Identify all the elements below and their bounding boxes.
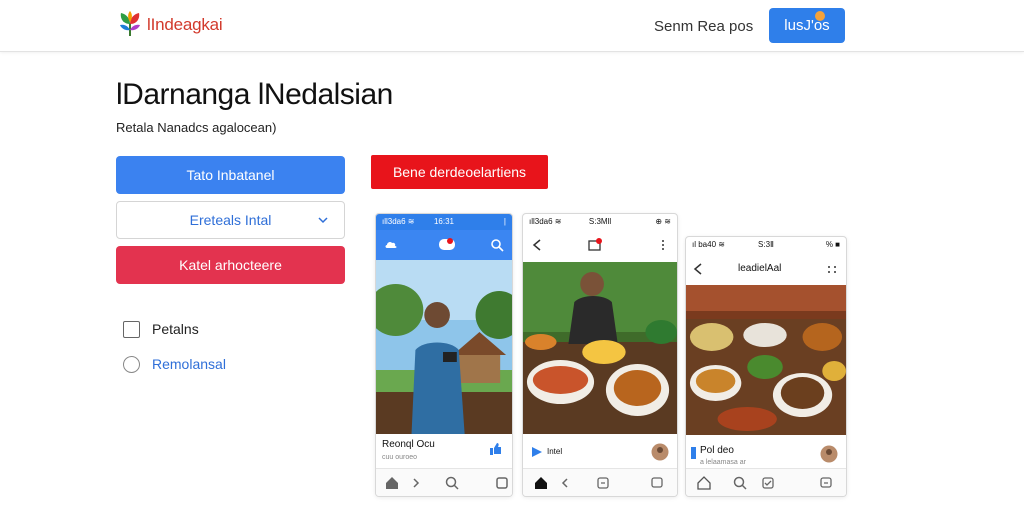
comment-icon[interactable] [818,475,834,491]
search-icon[interactable] [732,475,748,491]
app-toolbar [376,230,512,260]
danger-button[interactable]: Katel arhocteere [116,246,345,284]
search-icon[interactable] [490,238,504,252]
share-icon[interactable] [595,475,611,491]
back-arrow-icon[interactable] [692,262,704,276]
post-title: Intel [547,447,563,456]
promo-button[interactable]: Bene derdeoelartiens [371,155,548,189]
post-title: Reonql Ocu [382,439,435,450]
header-cta-button[interactable]: lusJ'os [769,8,845,43]
back-arrow-icon[interactable] [531,238,543,252]
more-icon[interactable] [826,262,838,276]
status-battery: % ■ [825,240,840,249]
checkbox-label: Petalns [152,321,199,337]
inbox-icon[interactable] [587,238,603,252]
page-subtitle: Retala Nanadcs agalocean) [116,120,277,135]
status-battery: ⊕ ≋ [655,217,671,226]
phone-mockup-2: ıll3da6 ≋ S:3Mll ⊕ ≋ Intel [522,213,678,497]
dropdown-select[interactable]: Ereteals Intal [116,201,345,239]
home-icon[interactable] [533,475,549,491]
chevron-down-icon [318,217,328,224]
phone-mockup-3: ıl ba40 ≋ S:3Ⅱ % ■ leadielAal Pol deo a … [685,236,847,497]
like-icon[interactable] [488,442,502,456]
phone-mockup-1: ıll3da6 ≋ 16:31 | Reonql Ocu cuu ouroeo [375,213,513,497]
status-signal: ıll3da6 ≋ [382,217,415,226]
checkbox[interactable] [123,321,140,338]
app-toolbar [523,230,677,260]
home-icon[interactable] [696,475,712,491]
more-icon[interactable] [657,238,669,252]
avatar[interactable] [651,443,669,461]
status-bar: ıl ba40 ≋ S:3Ⅱ % ■ [686,237,846,253]
cloud-icon[interactable] [384,238,398,252]
dropdown-value: Ereteals Intal [189,212,272,228]
bottom-tab-bar [523,468,677,496]
screen-title: leadielAal [738,263,782,274]
search-icon[interactable] [444,475,460,491]
app-toolbar: leadielAal [686,253,846,285]
leaf-logo-icon [120,11,140,36]
status-time: S:3Ⅱ [758,240,774,249]
radio-label: Remolansal [152,356,226,372]
status-signal: ıl ba40 ≋ [692,240,725,249]
primary-button[interactable]: Tato Inbatanel [116,156,345,194]
post-title: Pol deo [700,445,734,456]
top-nav-bar: lIndeagkai Senm Rea pos lusJ'os [0,0,1024,52]
page-title: lDarnanga lNedalsian [116,78,393,111]
bottom-tab-bar [376,468,512,496]
radio-button[interactable] [123,356,140,373]
status-time: S:3Mll [588,217,612,226]
comment-icon[interactable] [649,475,665,491]
bookmark-icon[interactable] [691,447,696,459]
man-with-phone-photo [376,260,512,434]
status-signal: ıll3da6 ≋ [529,217,562,226]
nav-link[interactable]: Senm Rea pos [654,18,753,35]
check-box-icon[interactable] [760,475,776,491]
status-bar: ıll3da6 ≋ S:3Mll ⊕ ≋ [523,214,677,230]
brand-name[interactable]: lIndeagkai [147,15,223,35]
status-time: 16:31 [433,217,455,226]
status-battery: | [503,217,506,226]
home-icon[interactable] [384,475,400,491]
bottom-tab-bar [686,468,846,496]
food-table-photo [523,262,677,434]
avatar[interactable] [820,445,838,463]
food-spread-photo [686,285,846,435]
post-meta: cuu ouroeo [382,454,418,461]
square-icon[interactable] [494,475,510,491]
post-meta: a lelaamasa ar [700,459,746,466]
like-icon[interactable] [531,446,543,458]
chat-bubble-icon[interactable] [438,237,456,253]
status-bar: ıll3da6 ≋ 16:31 | [376,214,512,230]
chevron-right-icon[interactable] [408,475,424,491]
notification-dot-icon [815,11,825,21]
chevron-left-icon[interactable] [557,475,573,491]
